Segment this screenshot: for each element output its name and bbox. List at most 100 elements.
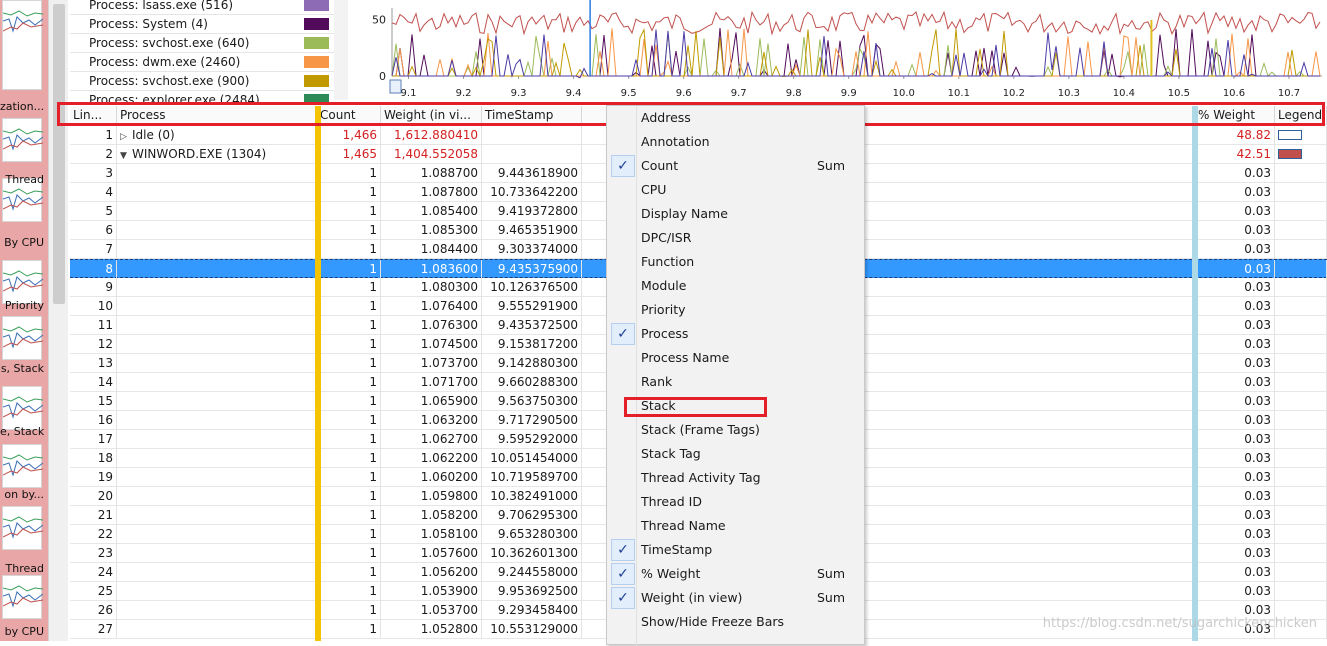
col-count-cell: 1 [317, 392, 381, 411]
col-process-cell [117, 468, 317, 487]
col-legend-cell [1275, 449, 1327, 468]
col-pct-weight-cell: 0.03 [1195, 411, 1275, 430]
graph-thumbnail-label[interactable]: zation... [0, 100, 44, 113]
menu-item-label: TimeStamp [641, 542, 712, 557]
graph-thumbnail-label[interactable]: Thread [0, 173, 44, 186]
col-weight-cell: 1.058200 [381, 506, 482, 525]
col-pct-weight-cell: 0.03 [1195, 240, 1275, 259]
freeze-bar-right[interactable] [1192, 106, 1198, 641]
menu-item-annotation[interactable]: Annotation [607, 130, 862, 154]
col-count-cell: 1 [317, 278, 381, 297]
col-pct-weight-cell: 0.03 [1195, 449, 1275, 468]
menu-item-function[interactable]: Function [607, 250, 862, 274]
menu-item-thread-name[interactable]: Thread Name [607, 514, 862, 538]
menu-item-rank[interactable]: Rank [607, 370, 862, 394]
menu-item-show-hide-freeze-bars[interactable]: Show/Hide Freeze Bars [607, 610, 862, 634]
col-line-cell: 19 [70, 468, 117, 487]
legend-item[interactable]: Process: lsass.exe (516) [70, 0, 338, 15]
series-line [392, 12, 1320, 34]
col-process-cell [117, 183, 317, 202]
graph-thumbnail[interactable] [2, 386, 42, 430]
graph-thumbnail[interactable] [2, 575, 42, 619]
col-weight-cell: 1.062200 [381, 449, 482, 468]
chart-nav-button[interactable] [390, 80, 401, 93]
legend-item[interactable]: Process: svchost.exe (900) [70, 72, 338, 91]
menu-item-weight-in-view[interactable]: ✓Weight (in view)Sum [607, 586, 862, 610]
legend-item[interactable]: Process: svchost.exe (640) [70, 34, 338, 53]
menu-item-cpu[interactable]: CPU [607, 178, 862, 202]
col-timestamp-cell: 9.244558000 [482, 563, 582, 582]
menu-item-label: % Weight [641, 566, 700, 581]
menu-item-timestamp[interactable]: ✓TimeStamp [607, 538, 862, 562]
graph-thumbnail-label[interactable]: by CPU [0, 625, 44, 638]
graph-thumbnail[interactable] [2, 444, 42, 488]
graph-thumbnail-label[interactable]: on by... [0, 488, 44, 501]
col-count-cell: 1 [317, 525, 381, 544]
collapse-icon[interactable]: ▼ [120, 151, 132, 161]
expand-icon[interactable]: ▷ [120, 132, 132, 142]
graph-thumbnail-strip: zation... Thread By CPU Priority s, Stack e, … [0, 0, 48, 641]
col-weight-cell: 1.080300 [381, 278, 482, 297]
col-weight-cell: 1.065900 [381, 392, 482, 411]
menu-item-thread-activity-tag[interactable]: Thread Activity Tag [607, 466, 862, 490]
graph-thumbnail-label[interactable]: e, Stack [0, 425, 44, 438]
thumbnail-scrollbar[interactable] [48, 0, 68, 641]
col-legend-cell [1275, 183, 1327, 202]
graph-thumbnail-label[interactable]: s, Stack [0, 362, 44, 375]
menu-item-priority[interactable]: Priority [607, 298, 862, 322]
col-weight-cell: 1.053900 [381, 582, 482, 601]
col-pct-weight-cell: 0.03 [1195, 506, 1275, 525]
col-pct-weight-cell: 0.03 [1195, 164, 1275, 183]
graph-thumbnail[interactable] [2, 506, 42, 550]
graph-thumbnail[interactable] [2, 0, 42, 90]
col-process-cell [117, 506, 317, 525]
legend-item-label: Process: System (4) [89, 17, 208, 31]
col-weight-cell: 1,404.552058 [381, 145, 482, 164]
column-chooser-menu: AddressAnnotation✓CountSumCPU Display Nam… [606, 105, 865, 645]
menu-item-process[interactable]: ✓Process [607, 322, 862, 346]
menu-item-display-name[interactable]: Display Name [607, 202, 862, 226]
menu-item-stack-frame-tags[interactable]: Stack (Frame Tags) [607, 418, 862, 442]
menu-item-label: Count [641, 158, 678, 173]
menu-item-stack-tag[interactable]: Stack Tag [607, 442, 862, 466]
legend-scrollbar[interactable] [334, 0, 348, 100]
col-process-cell [117, 221, 317, 240]
menu-item-dpc-isr[interactable]: DPC/ISR [607, 226, 862, 250]
menu-item-label: Thread Name [641, 518, 726, 533]
graph-thumbnail-label[interactable]: Priority [0, 299, 44, 312]
menu-item-address[interactable]: Address [607, 106, 862, 130]
graph-thumbnail-label[interactable]: Thread [0, 562, 44, 575]
x-tick-label: 9.6 [676, 88, 692, 99]
col-line-cell: 12 [70, 335, 117, 354]
legend-item[interactable]: Process: dwm.exe (2460) [70, 53, 338, 72]
col-legend-cell [1275, 335, 1327, 354]
col-timestamp-cell: 9.717290500 [482, 411, 582, 430]
timeline-chart[interactable]: 5009.19.29.39.49.59.69.79.89.910.010.110… [350, 0, 1327, 103]
col-count-cell: 1 [317, 430, 381, 449]
graph-thumbnail-label[interactable]: By CPU [0, 236, 44, 249]
graph-thumbnail[interactable] [2, 260, 42, 304]
col-timestamp-cell: 10.553129000 [482, 620, 582, 639]
col-count-cell: 1 [317, 240, 381, 259]
col-pct-weight-cell: 0.03 [1195, 316, 1275, 335]
col-legend-cell [1275, 373, 1327, 392]
col-weight-cell: 1.085400 [381, 202, 482, 221]
menu-item-count[interactable]: ✓CountSum [607, 154, 862, 178]
col-pct-weight-cell: 42.51 [1195, 145, 1275, 164]
col-timestamp-cell [482, 145, 582, 164]
menu-item-label: Display Name [641, 206, 728, 221]
graph-thumbnail[interactable] [2, 316, 42, 360]
graph-thumbnail[interactable] [2, 118, 42, 162]
scrollbar-thumb[interactable] [53, 4, 65, 304]
menu-item-process-name[interactable]: Process Name [607, 346, 862, 370]
legend-item[interactable]: Process: System (4) [70, 15, 338, 34]
col-count-cell: 1 [317, 202, 381, 221]
legend-swatch [1278, 149, 1302, 159]
menu-item-thread-id[interactable]: Thread ID [607, 490, 862, 514]
col-line-cell: 8 [70, 260, 117, 279]
col-weight-cell: 1.074500 [381, 335, 482, 354]
menu-item-weight[interactable]: ✓% WeightSum [607, 562, 862, 586]
col-pct-weight-cell: 0.03 [1195, 335, 1275, 354]
freeze-bar-left[interactable] [315, 106, 321, 641]
menu-item-module[interactable]: Module [607, 274, 862, 298]
